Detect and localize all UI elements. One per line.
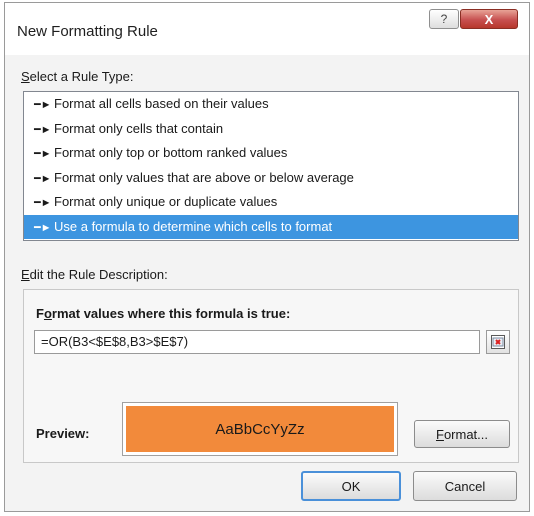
cancel-button[interactable]: Cancel bbox=[413, 471, 517, 501]
rule-type-item-selected[interactable]: ━► Use a formula to determine which cells… bbox=[24, 214, 518, 239]
help-icon: ? bbox=[440, 12, 448, 26]
preview-sample: AaBbCcYyZz bbox=[126, 406, 394, 452]
rule-description-group: Format values where this formula is true… bbox=[23, 289, 519, 463]
arrow-right-icon: ━► bbox=[34, 148, 52, 160]
formula-input[interactable]: =OR(B3<$E$8,B3>$E$7) bbox=[34, 330, 480, 354]
arrow-right-icon: ━► bbox=[34, 197, 52, 209]
close-icon: X bbox=[484, 11, 494, 27]
ok-button[interactable]: OK bbox=[301, 471, 401, 501]
rule-type-item[interactable]: ━► Format only top or bottom ranked value… bbox=[24, 141, 518, 166]
collapse-dialog-button[interactable] bbox=[486, 330, 510, 354]
rule-type-item[interactable]: ━► Format only values that are above or b… bbox=[24, 166, 518, 191]
title-bar: New Formatting Rule ? X bbox=[5, 3, 529, 55]
rule-type-item[interactable]: ━► Format only unique or duplicate values bbox=[24, 190, 518, 215]
arrow-right-icon: ━► bbox=[34, 221, 52, 234]
close-button[interactable]: X bbox=[460, 9, 518, 29]
preview-box: AaBbCcYyZz bbox=[122, 402, 398, 456]
rule-type-item[interactable]: ━► Format only cells that contain bbox=[24, 117, 518, 142]
preview-label: Preview: bbox=[36, 426, 90, 441]
edit-rule-description-label: Edit the Rule Description: bbox=[21, 267, 168, 282]
arrow-right-icon: ━► bbox=[34, 172, 52, 185]
rule-type-label: Select a Rule Type: bbox=[21, 69, 134, 84]
new-formatting-rule-dialog: New Formatting Rule ? X Select a Rule Ty… bbox=[4, 2, 530, 512]
dialog-title: New Formatting Rule bbox=[17, 23, 158, 40]
arrow-right-icon: ━► bbox=[34, 123, 52, 136]
arrow-right-icon: ━► bbox=[34, 99, 52, 111]
collapse-dialog-icon bbox=[491, 335, 505, 349]
format-button[interactable]: Format... bbox=[414, 420, 510, 448]
rule-type-list[interactable]: ━► Format all cells based on their values… bbox=[23, 91, 519, 241]
formula-label: Format values where this formula is true… bbox=[36, 306, 291, 321]
rule-type-item[interactable]: ━► Format all cells based on their values bbox=[24, 92, 518, 117]
help-button[interactable]: ? bbox=[429, 9, 459, 29]
